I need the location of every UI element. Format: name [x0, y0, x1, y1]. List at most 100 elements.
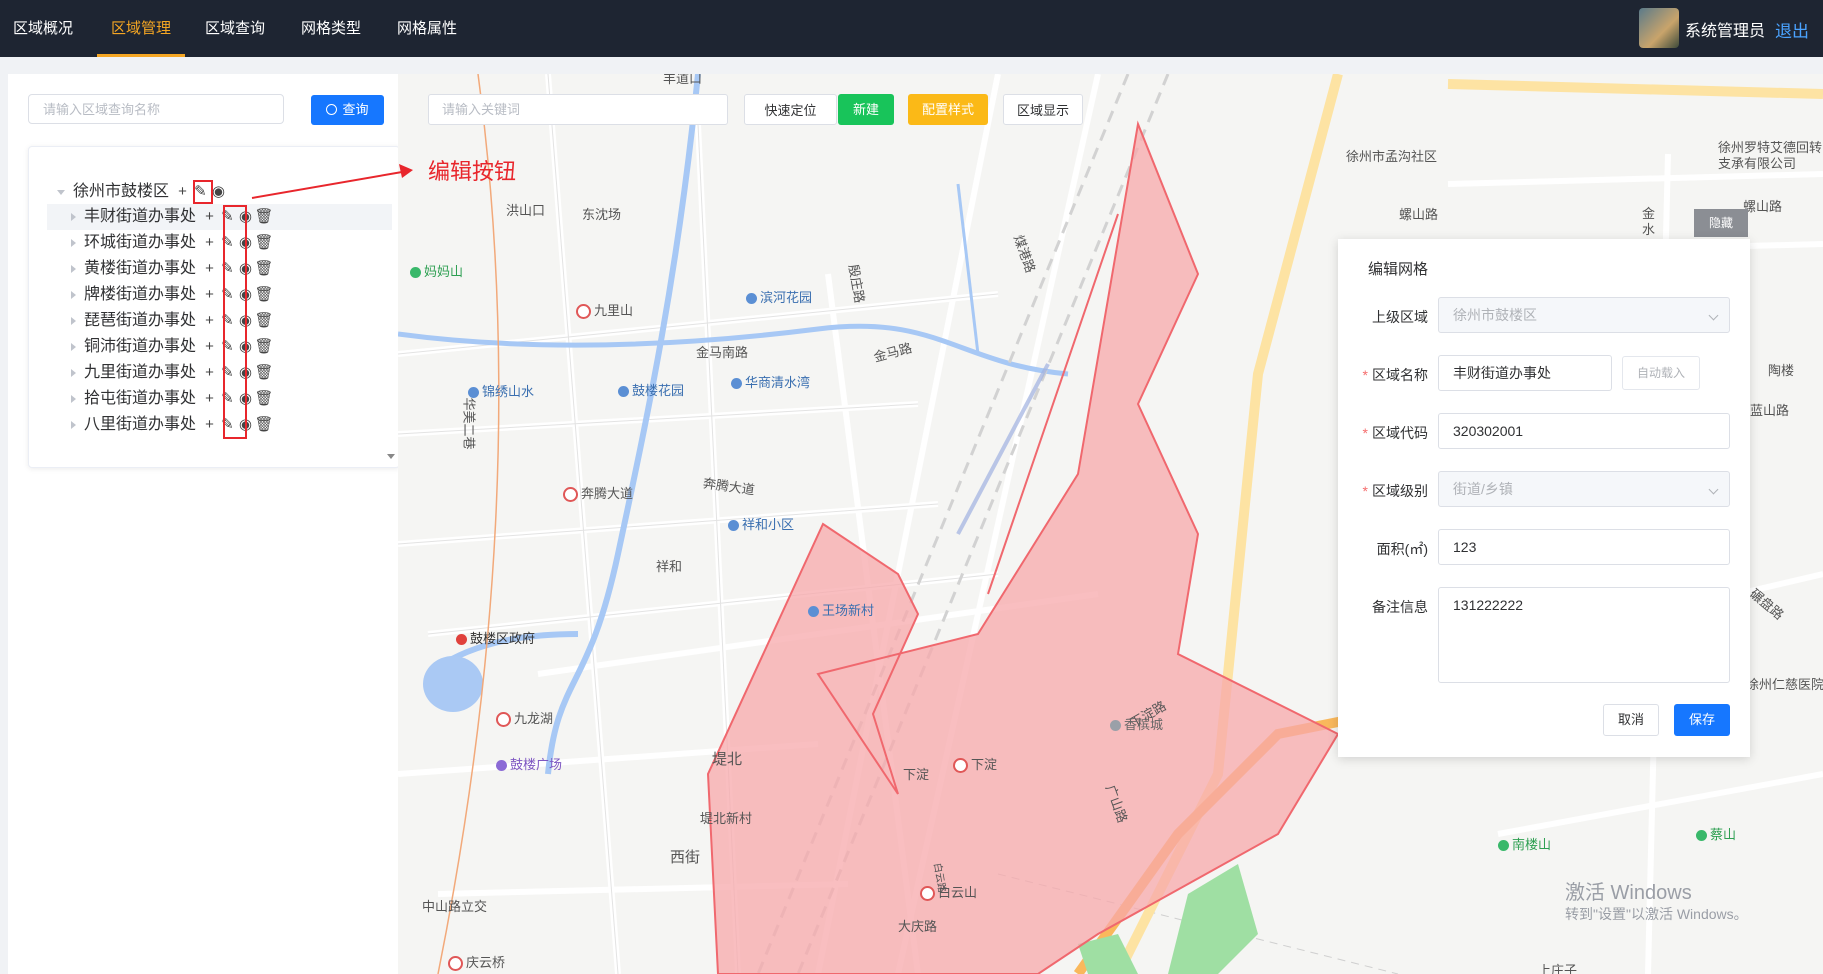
trash-icon[interactable]: 🗑 [254, 230, 273, 256]
trash-icon[interactable]: 🗑 [254, 308, 273, 334]
remark-textarea[interactable]: 131222222 [1438, 587, 1730, 683]
caret-right-icon[interactable] [71, 369, 76, 377]
new-button[interactable]: 新建 [838, 94, 894, 125]
plus-icon[interactable]: + [200, 412, 218, 438]
plus-icon[interactable]: + [200, 308, 218, 334]
plus-icon[interactable]: + [200, 204, 218, 230]
map-label-text: 南楼山 [1512, 837, 1552, 852]
region-level-select[interactable]: 街道/乡镇 [1438, 471, 1730, 507]
caret-down-icon[interactable] [57, 189, 65, 195]
caret-right-icon[interactable] [71, 213, 76, 221]
annotation-box-root-edit [193, 180, 213, 204]
avatar[interactable] [1639, 8, 1679, 48]
nav-item-region-query[interactable]: 区域查询 [205, 0, 265, 57]
tree-node-label: 拾屯街道办事处 [84, 390, 197, 408]
map-label: 南楼山 [1498, 834, 1551, 853]
map-label: 徐州仁慈医院 [1746, 677, 1823, 692]
caret-right-icon[interactable] [71, 239, 76, 247]
trash-icon[interactable]: 🗑 [254, 334, 273, 360]
region-name-label-text: 区域名称 [1372, 367, 1428, 383]
trash-icon[interactable]: 🗑 [254, 282, 273, 308]
tree-scrollbar[interactable] [389, 167, 397, 457]
cancel-button[interactable]: 取消 [1603, 704, 1659, 736]
nav-item-region-management[interactable]: 区域管理 [97, 0, 185, 57]
chevron-down-icon [1708, 310, 1719, 321]
map-label: 堤北新村 [700, 811, 753, 826]
plus-icon[interactable]: + [200, 256, 218, 282]
map-label: 鼓楼广场 [496, 754, 562, 773]
config-style-button[interactable]: 配置样式 [908, 94, 988, 125]
park-icon [410, 267, 421, 279]
tree-node-label: 八里街道办事处 [84, 416, 197, 434]
map-label: 上庄子 [1538, 963, 1578, 974]
save-button[interactable]: 保存 [1674, 704, 1730, 736]
trash-icon[interactable]: 🗑 [254, 386, 273, 412]
caret-right-icon[interactable] [71, 317, 76, 325]
map-label: 螺山路 [1399, 207, 1439, 222]
metro-icon [953, 758, 968, 774]
tree-node-label: 徐州市鼓楼区 [73, 183, 170, 201]
nav-item-region-overview[interactable]: 区域概况 [13, 0, 73, 57]
map-label: 陶楼 [1768, 363, 1795, 378]
location-icon [728, 520, 739, 532]
region-name-input[interactable]: 丰财街道办事处 [1438, 355, 1612, 391]
trash-icon[interactable]: 🗑 [254, 360, 273, 386]
map-label: 滨河花园 [746, 287, 812, 306]
search-icon [326, 104, 338, 115]
region-search-input[interactable] [28, 94, 284, 124]
plus-icon[interactable]: + [200, 360, 218, 386]
region-code-input[interactable]: 320302001 [1438, 413, 1730, 449]
trash-icon[interactable]: 🗑 [254, 204, 273, 230]
plus-icon[interactable]: + [200, 230, 218, 256]
caret-right-icon[interactable] [71, 343, 76, 351]
annotation-box-child-edit [223, 205, 247, 439]
map-label: 金马南路 [696, 345, 749, 360]
map-label: 华商清水湾 [731, 372, 810, 391]
username[interactable]: 系统管理员 [1685, 0, 1765, 64]
region-level-label-text: 区域级别 [1372, 483, 1428, 499]
windows-activation-watermark: 激活 Windows [1565, 882, 1692, 904]
map-label: 徐州罗特艾德回转支承有限公司 [1718, 140, 1823, 171]
auto-load-button[interactable]: 自动载入 [1622, 356, 1700, 390]
map-label: 西街 [670, 849, 701, 866]
map-keyword-input[interactable] [428, 94, 728, 125]
region-code-label: * 区域代码 [1362, 425, 1428, 441]
scroll-down-icon[interactable] [387, 454, 395, 459]
caret-right-icon[interactable] [71, 395, 76, 403]
plus-icon[interactable]: + [200, 334, 218, 360]
nav-item-grid-type[interactable]: 网格类型 [301, 0, 361, 57]
plus-icon[interactable]: + [200, 386, 218, 412]
top-nav-bar: 区域概况 区域管理 区域查询 网格类型 网格属性 系统管理员 退出 [0, 0, 1823, 57]
caret-right-icon[interactable] [71, 421, 76, 429]
map-label: 中山路立交 [422, 899, 488, 914]
trash-icon[interactable]: 🗑 [254, 412, 273, 438]
region-display-button[interactable]: 区域显示 [1003, 94, 1083, 125]
query-button[interactable]: 查询 [311, 95, 384, 125]
nav-item-grid-attribute[interactable]: 网格属性 [397, 0, 457, 57]
caret-right-icon[interactable] [71, 291, 76, 299]
trash-icon[interactable]: 🗑 [254, 256, 273, 282]
parent-region-select[interactable]: 徐州市鼓楼区 [1438, 297, 1730, 333]
map-label: 蔡山 [1696, 824, 1736, 843]
caret-right-icon[interactable] [71, 265, 76, 273]
map-label: 堤北 [712, 751, 743, 768]
logout-link[interactable]: 退出 [1775, 0, 1809, 64]
map-label: 丰道口 [663, 74, 703, 86]
location-icon [746, 293, 757, 305]
map-label: 大庆路 [898, 919, 938, 934]
quick-locate-button[interactable]: 快速定位 [744, 94, 837, 125]
region-level-label: * 区域级别 [1362, 483, 1428, 499]
tree-node-label: 丰财街道办事处 [84, 208, 197, 226]
map-label: 洪山口 [506, 203, 546, 218]
map-label: 下淀 [903, 767, 930, 782]
plus-icon[interactable]: + [200, 282, 218, 308]
metro-icon [576, 304, 591, 320]
map-label: 蓝山路 [1750, 403, 1790, 418]
area-input[interactable]: 123 [1438, 529, 1730, 565]
map-label: 徐州市孟沟社区 [1346, 149, 1438, 164]
hide-button[interactable]: 隐藏 [1694, 209, 1748, 237]
plus-icon[interactable]: + [173, 179, 191, 205]
tree-node[interactable]: 丰财街道办事处 + ✎ ◉ 🗑 [47, 204, 392, 230]
map-label: 九里山 [576, 300, 633, 320]
location-icon [808, 606, 819, 618]
